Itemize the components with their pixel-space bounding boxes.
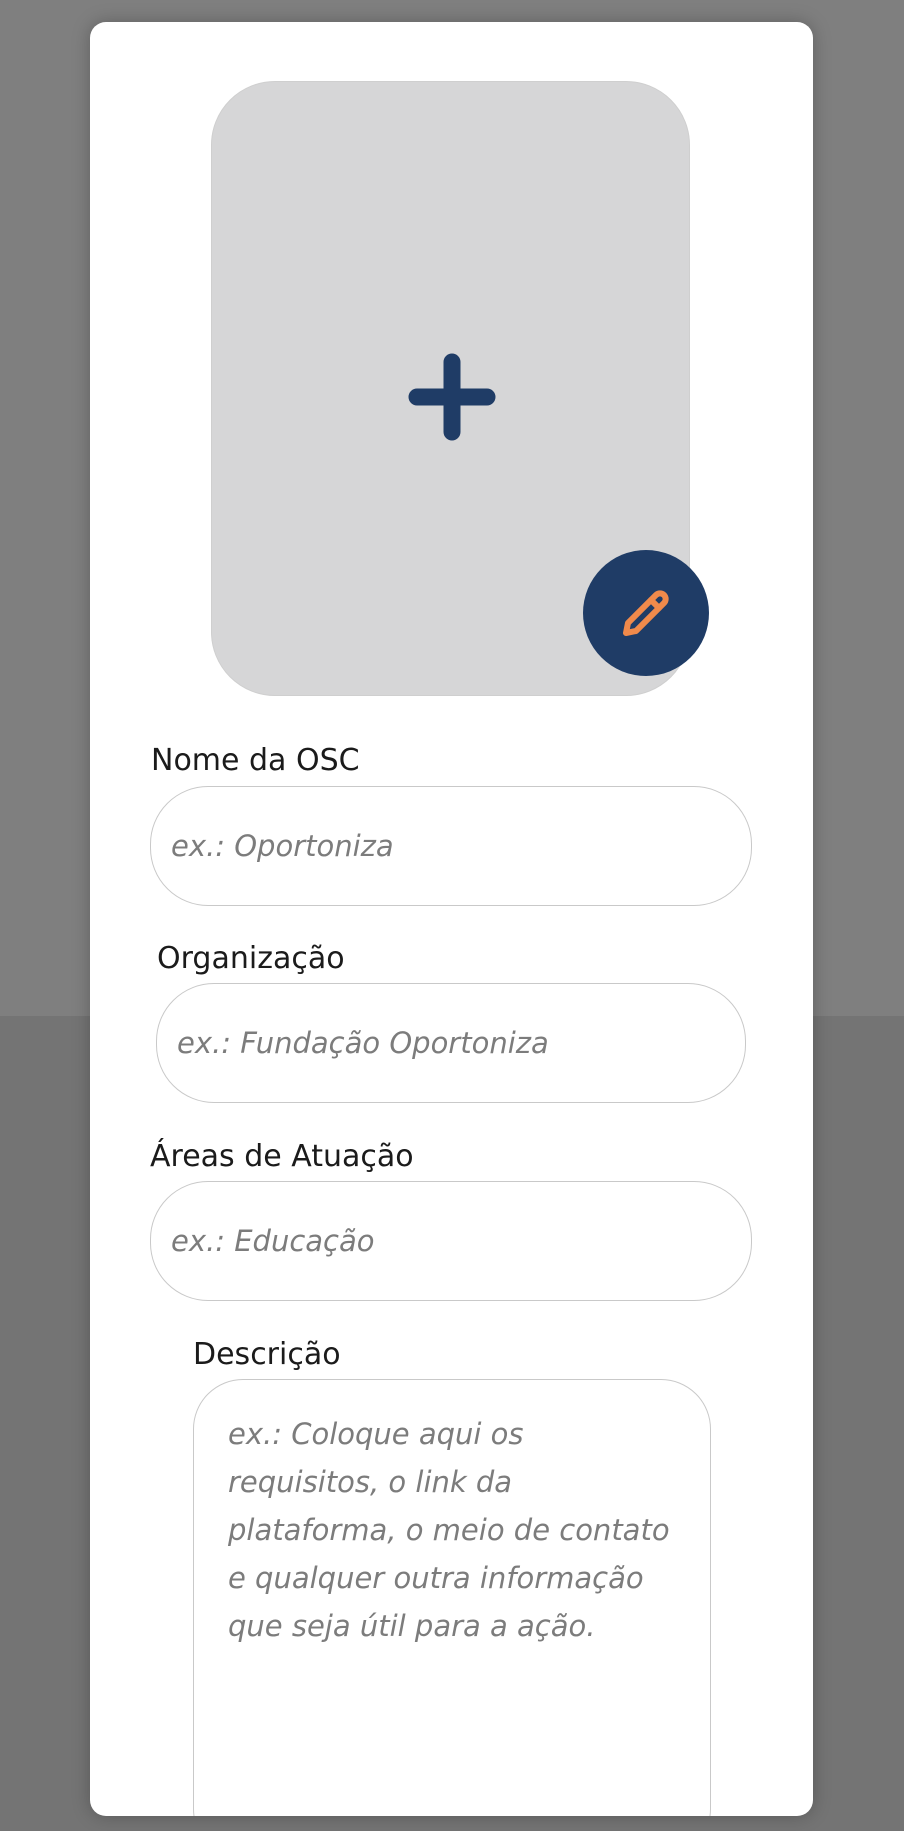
organization-label: Organização	[157, 941, 345, 976]
areas-label: Áreas de Atuação	[150, 1139, 414, 1174]
create-osc-modal: Nome da OSC Organização Áreas de Atuação…	[90, 22, 813, 1816]
osc-name-label: Nome da OSC	[151, 743, 360, 778]
description-textarea[interactable]	[193, 1379, 711, 1816]
pencil-icon	[623, 590, 669, 636]
description-label: Descrição	[193, 1337, 341, 1372]
edit-image-button[interactable]	[583, 550, 709, 676]
organization-input[interactable]	[156, 983, 746, 1103]
areas-input[interactable]	[150, 1181, 752, 1301]
osc-name-input[interactable]	[150, 786, 752, 906]
plus-icon	[408, 353, 496, 441]
